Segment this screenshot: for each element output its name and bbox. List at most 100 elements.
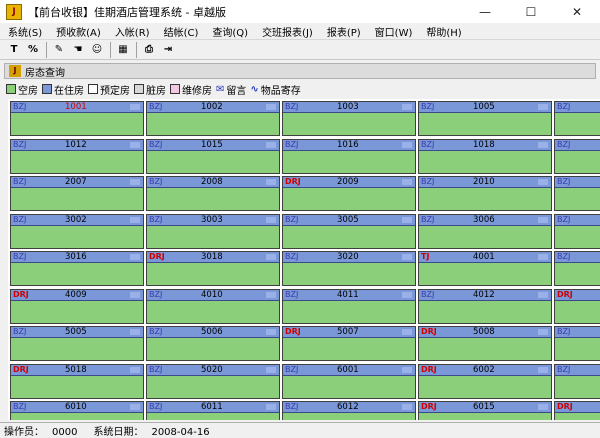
toolbar: T% ✎ ☚ ☺ ▦ ⎙ ⇥	[0, 40, 600, 60]
room-tile[interactable]: BZJ 3003	[146, 213, 280, 249]
menu-item[interactable]: 窗口(W)	[368, 24, 420, 39]
room-tile[interactable]: BZJ 1002	[146, 101, 280, 136]
menu-item[interactable]: 预收款(A)	[49, 24, 108, 39]
percent-icon[interactable]: %	[25, 42, 41, 58]
room-tile[interactable]: DRJ 2009	[282, 176, 416, 211]
room-type: BZJ	[13, 402, 27, 411]
room-status-marker	[402, 216, 412, 223]
room-status-marker	[538, 329, 548, 335]
room-tile[interactable]: BZJ 2010	[418, 176, 552, 211]
minimize-icon[interactable]: —	[462, 0, 508, 23]
room-number: 1018	[473, 139, 495, 150]
room-tile[interactable]: TJ 4001	[418, 251, 552, 286]
room-tile[interactable]: DRJ	[554, 401, 600, 420]
room-tile[interactable]: BZJ 6012	[282, 401, 416, 420]
room-tile[interactable]: BZJ 1016	[282, 138, 416, 174]
room-header: DRJ	[555, 402, 600, 413]
room-type: DRJ	[421, 364, 437, 374]
print-icon[interactable]: ⎙	[141, 42, 157, 58]
room-header: DRJ 5018	[11, 364, 143, 376]
room-number: 4012	[473, 289, 495, 300]
room-status-marker	[130, 254, 140, 260]
maximize-icon[interactable]: ☐	[508, 0, 554, 23]
room-tile[interactable]: BZJ 6010	[10, 401, 144, 420]
room-tile[interactable]: BZJ	[554, 138, 600, 174]
close-icon[interactable]: ✕	[554, 0, 600, 23]
room-number: 5020	[201, 364, 223, 375]
edit-icon[interactable]: ✎	[51, 42, 67, 58]
room-tile[interactable]: DRJ	[554, 288, 600, 324]
room-tile[interactable]: BZJ 5020	[146, 363, 280, 399]
menu-item[interactable]: 报表(P)	[320, 24, 368, 39]
room-header: BZJ 4011	[283, 289, 415, 301]
room-type: BZJ	[149, 139, 163, 149]
room-tile[interactable]: BZJ 1012	[10, 138, 144, 174]
room-tile[interactable]: DRJ 4009	[10, 288, 144, 324]
room-tile[interactable]: BZJ 3005	[282, 213, 416, 249]
room-tile[interactable]: DRJ 5018	[10, 363, 144, 399]
room-status-marker	[538, 104, 548, 110]
room-header: BZJ 4010	[147, 289, 279, 301]
grid-icon[interactable]: ▦	[115, 42, 131, 58]
room-status-marker	[538, 254, 548, 260]
room-tile[interactable]: BZJ	[554, 176, 600, 211]
room-number: 1012	[65, 139, 87, 150]
room-header: BZJ 3016	[11, 252, 143, 263]
toolbar-separator	[46, 41, 47, 58]
room-tile[interactable]: BZJ 1015	[146, 138, 280, 174]
room-tile[interactable]: BZJ 3002	[10, 213, 144, 249]
room-tile[interactable]: BZJ 4010	[146, 288, 280, 324]
room-header: BZJ 6011	[147, 402, 279, 413]
room-tile[interactable]: DRJ 5008	[418, 326, 552, 361]
menu-item[interactable]: 结帐(C)	[157, 24, 206, 39]
legend-label: 脏房	[146, 85, 166, 97]
room-tile[interactable]: DRJ 6002	[418, 363, 552, 399]
menu-item[interactable]: 入帐(R)	[108, 24, 157, 39]
room-tile[interactable]: BZJ	[554, 326, 600, 361]
room-tile[interactable]: BZJ	[554, 213, 600, 249]
room-tile[interactable]: BZJ 5006	[146, 326, 280, 361]
room-tile[interactable]: BZJ 6001	[282, 363, 416, 399]
room-tile[interactable]: BZJ 1001	[10, 101, 144, 136]
room-tile[interactable]: BZJ 3016	[10, 251, 144, 286]
room-tile[interactable]: BZJ 5005	[10, 326, 144, 361]
filter-icon[interactable]: T	[6, 42, 22, 58]
room-number: 1016	[337, 139, 359, 150]
room-type: BZJ	[149, 364, 163, 374]
room-header: DRJ 6002	[419, 364, 551, 376]
menu-item[interactable]: 帮助(H)	[419, 24, 468, 39]
room-tile[interactable]: BZJ 1005	[418, 101, 552, 136]
menu-item[interactable]: 交班报表(J)	[255, 24, 320, 39]
room-tile[interactable]: BZJ 2008	[146, 176, 280, 211]
room-tile[interactable]: BZJ 6011	[146, 401, 280, 420]
menu-item[interactable]: 查询(Q)	[205, 24, 255, 39]
hand-icon[interactable]: ☚	[70, 42, 86, 58]
room-status-marker	[538, 404, 548, 410]
room-type: BZJ	[13, 214, 27, 224]
room-tile[interactable]: DRJ 6015	[418, 401, 552, 420]
room-status-marker	[266, 216, 276, 223]
room-tile[interactable]: BZJ	[554, 363, 600, 399]
legend-item: 预定房	[88, 82, 130, 97]
exit-icon[interactable]: ⇥	[160, 42, 176, 58]
room-tile[interactable]: DRJ 3018	[146, 251, 280, 286]
panel-title: 房态查询	[25, 67, 65, 79]
room-tile[interactable]: BZJ	[554, 101, 600, 136]
room-tile[interactable]: BZJ 3006	[418, 213, 552, 249]
room-tile[interactable]: BZJ 2007	[10, 176, 144, 211]
room-tile[interactable]: BZJ 1003	[282, 101, 416, 136]
room-number: 2010	[473, 177, 495, 187]
room-tile[interactable]: BZJ	[554, 251, 600, 286]
room-tile[interactable]: BZJ 1018	[418, 138, 552, 174]
room-number: 3016	[65, 252, 87, 262]
menu-item[interactable]: 系统(S)	[0, 24, 49, 39]
room-tile[interactable]: BZJ 4011	[282, 288, 416, 324]
room-status-marker	[266, 104, 276, 110]
user-add-icon[interactable]: ☺	[89, 42, 105, 58]
room-status-marker	[266, 254, 276, 260]
room-tile[interactable]: BZJ 4012	[418, 288, 552, 324]
room-number: 2008	[201, 177, 223, 187]
room-number: 4009	[65, 289, 87, 300]
room-tile[interactable]: BZJ 3020	[282, 251, 416, 286]
room-tile[interactable]: DRJ 5007	[282, 326, 416, 361]
